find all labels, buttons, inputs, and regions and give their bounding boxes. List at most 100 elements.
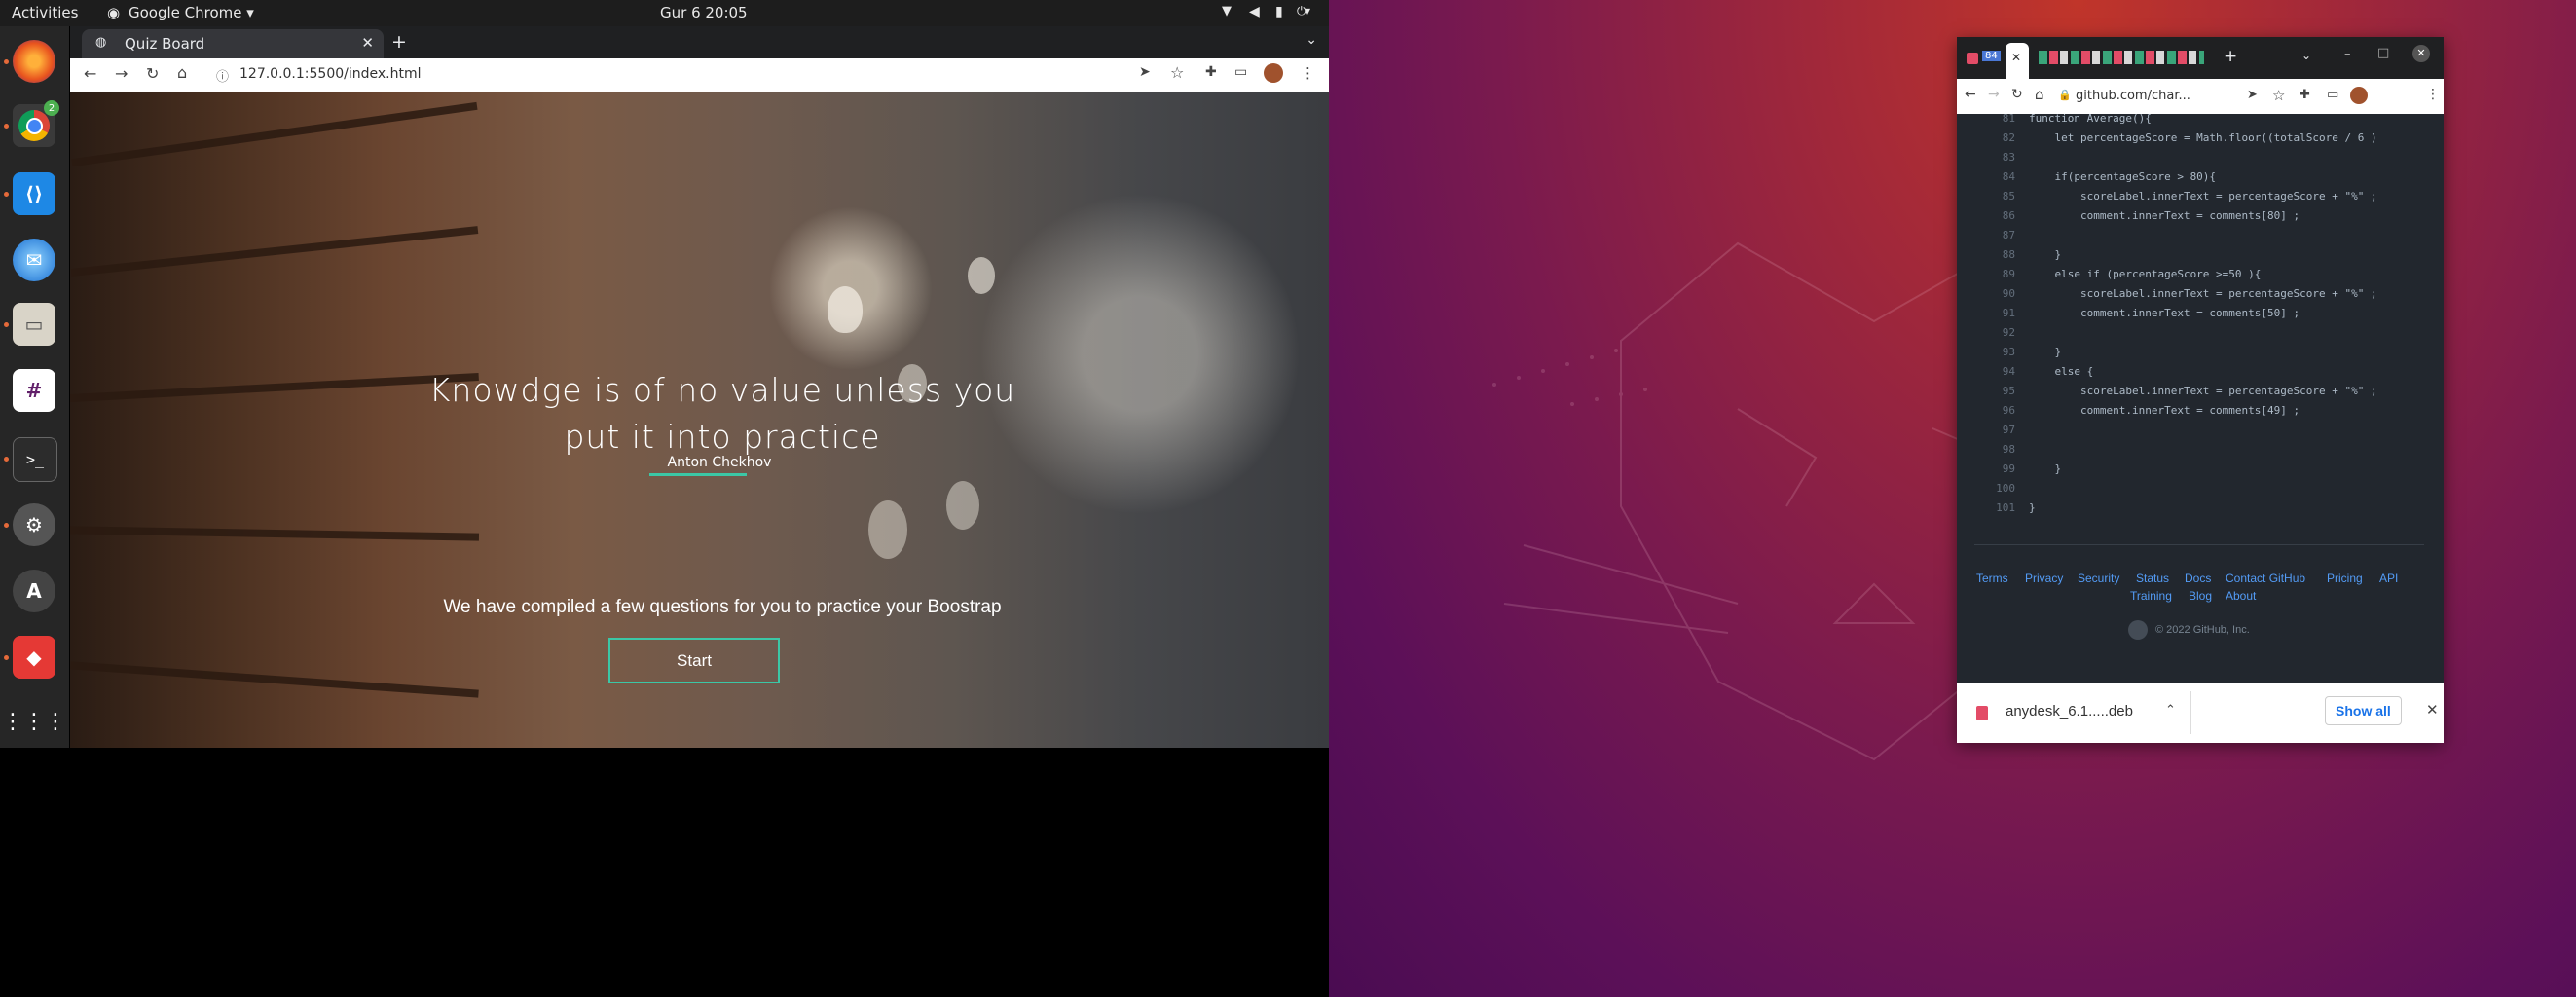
reload-icon[interactable]: ↻	[2011, 87, 2023, 102]
left-monitor-empty-area	[0, 748, 1329, 997]
tab-favicon[interactable]	[1967, 53, 1978, 64]
send-icon[interactable]: ➤	[2247, 88, 2258, 102]
settings-icon[interactable]: ⚙	[13, 503, 55, 546]
chrome-badge: 2	[44, 100, 59, 116]
right-tab-bar: 84 ✕ + ⌄ – □ ✕	[1957, 37, 2444, 79]
clock[interactable]: Gur 6 20:05	[660, 4, 748, 21]
light-bulb	[828, 286, 863, 333]
chevron-up-icon[interactable]: ⌃	[2165, 703, 2176, 718]
app-menu-label: Google Chrome	[129, 4, 242, 21]
forward-icon[interactable]: →	[1988, 87, 2000, 102]
code-line: 83	[1974, 151, 2424, 170]
line-number: 93	[2002, 346, 2015, 358]
footer-link-contact[interactable]: Contact GitHub	[2226, 572, 2305, 585]
author-underline	[649, 473, 747, 476]
quiz-board-page: Knowdge is of no value unless you put it…	[70, 92, 1329, 748]
home-icon[interactable]: ⌂	[2035, 86, 2044, 103]
system-menu-chevron-icon[interactable]: ▾	[1305, 4, 1310, 18]
code-line: 87	[1974, 229, 2424, 248]
left-tab-bar: ◍ Quiz Board ✕ + ⌄	[70, 26, 1329, 58]
profile-avatar[interactable]	[2350, 87, 2368, 104]
footer-link-privacy[interactable]: Privacy	[2025, 572, 2063, 585]
menu-icon[interactable]: ⋮	[1301, 64, 1315, 82]
bookmark-star-icon[interactable]: ☆	[1170, 63, 1184, 82]
tab-search-icon[interactable]: ⌄	[1306, 32, 1317, 48]
extensions-icon[interactable]: ✚	[1205, 64, 1217, 80]
close-window-icon[interactable]: ✕	[2412, 45, 2430, 62]
activities-button[interactable]: Activities	[12, 4, 78, 21]
active-tab[interactable]: ✕	[2006, 43, 2029, 79]
anydesk-icon[interactable]: ◆	[13, 636, 55, 679]
footer-link-blog[interactable]: Blog	[2189, 589, 2212, 603]
wifi-icon[interactable]: ▼	[1222, 4, 1232, 18]
cast-icon[interactable]: ▭	[2327, 88, 2338, 102]
vscode-icon[interactable]: ⟨⟩	[13, 172, 55, 215]
footer-link-about[interactable]: About	[2226, 589, 2256, 603]
line-number: 97	[2002, 424, 2015, 436]
new-tab-icon[interactable]: +	[391, 31, 407, 53]
menu-icon[interactable]: ⋮	[2426, 87, 2440, 102]
code-text: if(percentageScore > 80){	[2029, 170, 2217, 183]
code-line: 93 }	[1974, 346, 2424, 365]
code-text: }	[2029, 346, 2062, 358]
close-shelf-icon[interactable]: ✕	[2426, 701, 2439, 719]
code-line: 84 if(percentageScore > 80){	[1974, 170, 2424, 190]
tab-quiz-board[interactable]: ◍ Quiz Board ✕	[82, 29, 384, 58]
footer-link-security[interactable]: Security	[2078, 572, 2119, 585]
footer-link-pricing[interactable]: Pricing	[2327, 572, 2363, 585]
url-field[interactable]: github.com/char...	[2076, 89, 2190, 103]
copyright: © 2022 GitHub, Inc.	[2155, 624, 2250, 636]
code-text: let percentageScore = Math.floor((totalS…	[2029, 131, 2377, 144]
software-icon[interactable]: A	[13, 570, 55, 612]
minimize-icon[interactable]: –	[2344, 47, 2351, 61]
close-tab-icon[interactable]: ✕	[361, 34, 374, 52]
chrome-icon[interactable]: 2	[13, 100, 59, 147]
line-number: 96	[2002, 404, 2015, 417]
chevron-down-icon: ▾	[246, 4, 254, 21]
extensions-icon[interactable]: ✚	[2300, 88, 2310, 102]
slack-icon[interactable]: #	[13, 369, 55, 412]
footer-link-training[interactable]: Training	[2130, 589, 2172, 603]
send-icon[interactable]: ➤	[1139, 64, 1151, 80]
code-text: }	[2029, 462, 2062, 475]
footer-link-status[interactable]: Status	[2136, 572, 2169, 585]
code-left-gutter	[1957, 114, 1974, 517]
info-icon[interactable]: ⓘ	[216, 66, 229, 85]
tab-counter[interactable]: 84	[1982, 51, 2001, 61]
footer-link-api[interactable]: API	[2379, 572, 2398, 585]
start-button[interactable]: Start	[608, 638, 780, 683]
download-filename[interactable]: anydesk_6.1.....deb	[2006, 703, 2133, 720]
footer-link-docs[interactable]: Docs	[2185, 572, 2211, 585]
show-all-button[interactable]: Show all	[2325, 696, 2402, 725]
footer-link-terms[interactable]: Terms	[1976, 572, 2008, 585]
home-icon[interactable]: ⌂	[177, 63, 187, 82]
line-number: 91	[2002, 307, 2015, 319]
code-text: comment.innerText = comments[49] ;	[2029, 404, 2300, 417]
app-menu[interactable]: Google Chrome ▾	[129, 4, 254, 21]
app-grid-icon[interactable]: ⋮⋮⋮	[2, 700, 66, 743]
forward-icon[interactable]: →	[115, 64, 128, 83]
new-tab-icon[interactable]: +	[2224, 47, 2237, 66]
reload-icon[interactable]: ↻	[146, 64, 159, 83]
line-number: 87	[2002, 229, 2015, 241]
cast-icon[interactable]: ▭	[1234, 64, 1247, 80]
code-line: 85 scoreLabel.innerText = percentageScor…	[1974, 190, 2424, 209]
code-text: function Average(){	[2029, 114, 2152, 125]
maximize-icon[interactable]: □	[2377, 46, 2389, 60]
volume-icon[interactable]: ◀	[1249, 4, 1260, 19]
bookmark-star-icon[interactable]: ☆	[2272, 87, 2285, 104]
files-icon[interactable]: ▭	[13, 303, 55, 346]
line-number: 101	[1996, 501, 2015, 514]
profile-avatar[interactable]	[1264, 63, 1283, 83]
lock-icon[interactable]: 🔒	[2058, 89, 2072, 101]
thunderbird-icon[interactable]: ✉	[13, 239, 55, 281]
terminal-icon[interactable]: >_	[13, 437, 57, 482]
tab-search-icon[interactable]: ⌄	[2301, 49, 2311, 62]
back-icon[interactable]: ←	[1965, 87, 1976, 102]
url-field[interactable]: 127.0.0.1:5500/index.html	[239, 66, 422, 82]
battery-icon[interactable]: ▮	[1275, 4, 1283, 19]
close-tab-icon[interactable]: ✕	[2011, 51, 2021, 64]
back-icon[interactable]: ←	[84, 64, 96, 83]
firefox-icon[interactable]	[13, 40, 55, 83]
pinned-tab-strip[interactable]	[2039, 51, 2204, 64]
